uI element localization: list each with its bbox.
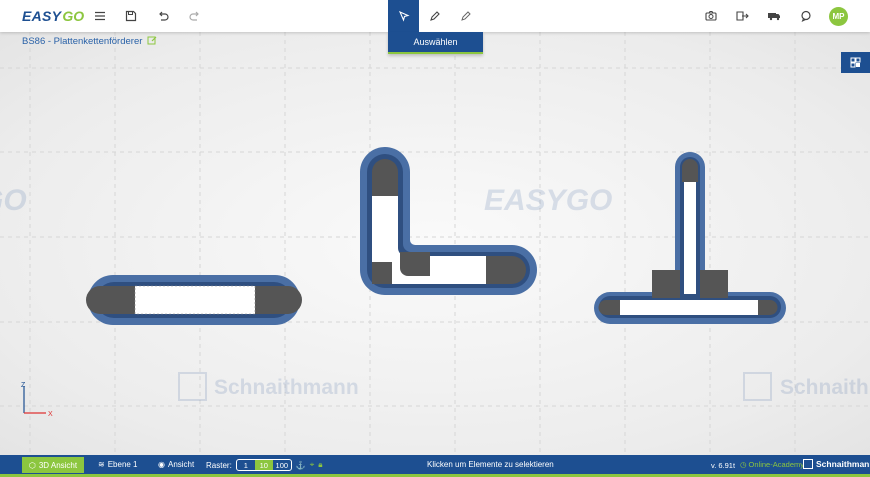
watermark-brand: Schnaithmann Schnaithmann bbox=[178, 372, 870, 401]
status-message: Klicken um Elemente zu selektieren bbox=[427, 460, 554, 469]
save-icon[interactable] bbox=[121, 6, 141, 26]
undo-icon[interactable] bbox=[153, 6, 173, 26]
app-logo[interactable]: EASY GO bbox=[22, 7, 84, 25]
side-panel-toggle[interactable] bbox=[841, 52, 870, 73]
brand-logo: Schnaithmann bbox=[803, 459, 870, 469]
chat-icon[interactable] bbox=[796, 6, 816, 26]
view-3d-button[interactable]: ⬡ 3D Ansicht bbox=[22, 457, 84, 473]
edit-pen-icon bbox=[460, 11, 471, 21]
watermark-easygo: EASYGO GO bbox=[0, 184, 612, 217]
mode-tooltip: Auswählen bbox=[388, 32, 483, 54]
conveyor-l-shape[interactable] bbox=[360, 147, 537, 295]
design-canvas[interactable]: EASYGO GO Schnaithmann Schnaithmann bbox=[0, 32, 870, 455]
svg-text:Z: Z bbox=[21, 382, 26, 389]
layer-label: Ebene 1 bbox=[107, 460, 138, 469]
mode-switch bbox=[388, 0, 483, 32]
grid-panel-icon bbox=[850, 57, 861, 68]
status-bar: ⬡ 3D Ansicht ≋ Ebene 1 ◉ Ansicht Raster:… bbox=[0, 455, 870, 477]
project-title: BS86 - Plattenkettenförderer bbox=[22, 36, 143, 47]
anchor-icon[interactable]: ⚓ bbox=[296, 461, 306, 470]
camera-icon[interactable] bbox=[701, 6, 721, 26]
raster-option-100[interactable]: 100 bbox=[273, 460, 291, 470]
edit-mode-button[interactable] bbox=[450, 0, 481, 32]
edit-title-icon[interactable] bbox=[147, 35, 158, 46]
layers-icon: ≋ bbox=[98, 460, 105, 469]
canvas-drawing: EASYGO GO Schnaithmann Schnaithmann bbox=[0, 32, 870, 455]
select-mode-button[interactable] bbox=[388, 0, 419, 32]
eye-icon: ◉ bbox=[158, 460, 165, 469]
layer-selector[interactable]: ≋ Ebene 1 bbox=[98, 460, 138, 469]
svg-text:Schnaithmann: Schnaithmann bbox=[214, 376, 359, 399]
snap-icon[interactable]: ⌖ bbox=[310, 460, 315, 470]
truck-icon[interactable] bbox=[764, 6, 784, 26]
redo-icon[interactable] bbox=[185, 6, 205, 26]
lock-icon[interactable]: 🔒︎ bbox=[318, 460, 322, 470]
raster-label: Raster: bbox=[206, 460, 232, 470]
raster-options: 1 10 100 bbox=[235, 459, 292, 471]
top-toolbar: EASY GO MP bbox=[0, 0, 870, 32]
user-avatar[interactable]: MP bbox=[829, 7, 848, 26]
view-selector[interactable]: ◉ Ansicht bbox=[158, 460, 194, 469]
conveyor-t-shape[interactable] bbox=[594, 152, 786, 324]
select-cursor-icon bbox=[398, 10, 410, 22]
raster-option-10[interactable]: 10 bbox=[254, 460, 273, 470]
online-academy-link[interactable]: ◷ Online-Academy bbox=[740, 460, 804, 469]
grid-lines bbox=[0, 32, 870, 455]
raster-option-1[interactable]: 1 bbox=[237, 460, 255, 470]
academy-label: Online-Academy bbox=[748, 460, 804, 469]
draw-mode-button[interactable] bbox=[419, 0, 450, 32]
logo-go: GO bbox=[62, 8, 85, 24]
view-label: Ansicht bbox=[167, 460, 195, 469]
export-icon[interactable] bbox=[732, 6, 752, 26]
brand-name: Schnaithmann bbox=[816, 459, 870, 469]
view-3d-label: 3D Ansicht bbox=[38, 460, 78, 470]
menu-icon[interactable] bbox=[90, 6, 110, 26]
academy-icon: ◷ bbox=[740, 460, 747, 469]
svg-text:Schnaithmann: Schnaithmann bbox=[780, 376, 870, 399]
pencil-icon bbox=[429, 11, 440, 21]
svg-text:X: X bbox=[48, 411, 53, 418]
svg-text:GO: GO bbox=[0, 184, 27, 217]
raster-control: Raster: 1 10 100 ⚓ ⌖ 🔒︎ bbox=[206, 459, 323, 471]
conveyor-straight[interactable] bbox=[86, 275, 302, 325]
svg-text:EASYGO: EASYGO bbox=[484, 184, 612, 217]
brand-mark-icon bbox=[803, 459, 813, 469]
axis-gizmo: Z X bbox=[21, 382, 53, 418]
version-label: v. 6.91t bbox=[711, 461, 736, 470]
logo-text: EASY bbox=[22, 8, 62, 24]
cube-icon: ⬡ bbox=[28, 460, 36, 470]
